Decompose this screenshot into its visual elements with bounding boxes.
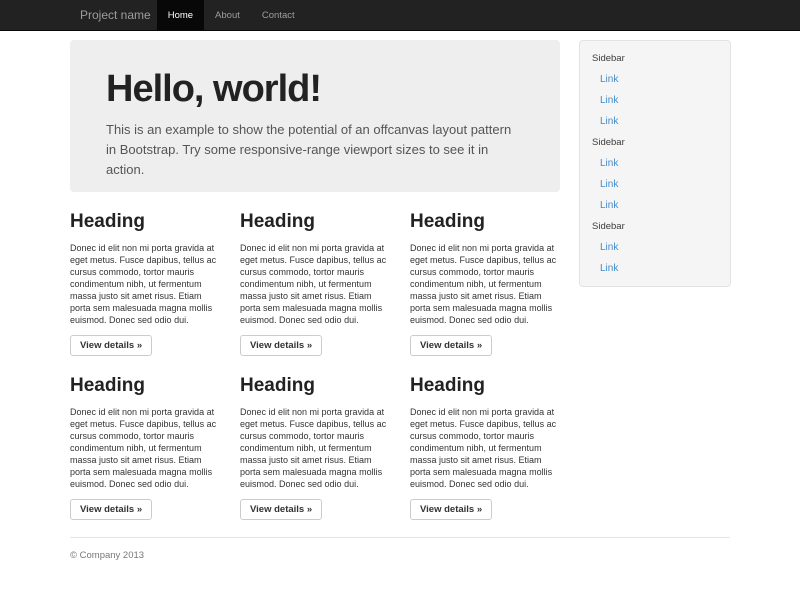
card-heading: Heading [240, 374, 390, 398]
view-details-button[interactable]: View details » [70, 499, 152, 520]
sidebar-group-header: Sidebar [580, 48, 730, 69]
nav-item-about[interactable]: About [204, 0, 251, 31]
card-body-text: Donec id elit non mi porta gravida at eg… [410, 242, 560, 326]
cards-row-2: Heading Donec id elit non mi porta gravi… [60, 356, 570, 520]
view-details-button[interactable]: View details » [70, 335, 152, 356]
card-body-text: Donec id elit non mi porta gravida at eg… [240, 406, 390, 490]
main-content: Hello, world! This is an example to show… [60, 31, 570, 520]
sidebar-link[interactable]: Link [580, 90, 730, 111]
page-title: Hello, world! [106, 68, 524, 110]
card-heading: Heading [70, 210, 220, 234]
card-body-text: Donec id elit non mi porta gravida at eg… [410, 406, 560, 490]
sidebar-link[interactable]: Link [580, 174, 730, 195]
card-body-text: Donec id elit non mi porta gravida at eg… [70, 406, 220, 490]
sidebar-link[interactable]: Link [580, 237, 730, 258]
card-heading: Heading [410, 210, 560, 234]
sidebar-link[interactable]: Link [580, 258, 730, 279]
page-footer: © Company 2013 [70, 537, 730, 561]
sidebar-group-header: Sidebar [580, 132, 730, 153]
sidebar-group-header: Sidebar [580, 216, 730, 237]
nav-item-home[interactable]: Home [157, 0, 204, 31]
sidebar-link[interactable]: Link [580, 69, 730, 90]
copyright-text: © Company 2013 [70, 550, 730, 561]
view-details-button[interactable]: View details » [240, 499, 322, 520]
card-body-text: Donec id elit non mi porta gravida at eg… [240, 242, 390, 326]
nav-item-contact[interactable]: Contact [251, 0, 306, 31]
card-body-text: Donec id elit non mi porta gravida at eg… [70, 242, 220, 326]
content-row: Hello, world! This is an example to show… [60, 31, 740, 520]
view-details-button[interactable]: View details » [240, 335, 322, 356]
jumbotron-description: This is an example to show the potential… [106, 120, 524, 180]
sidebar-column: Sidebar Link Link Link Sidebar Link Link… [570, 31, 740, 520]
card-heading: Heading [70, 374, 220, 398]
brand-link[interactable]: Project name [60, 0, 157, 30]
card-heading: Heading [410, 374, 560, 398]
sidebar-link[interactable]: Link [580, 111, 730, 132]
card: Heading Donec id elit non mi porta gravi… [60, 192, 230, 356]
cards-row-1: Heading Donec id elit non mi porta gravi… [60, 192, 570, 356]
navbar-menu: Home About Contact [157, 0, 306, 30]
page-container: Hello, world! This is an example to show… [60, 31, 740, 561]
top-navbar: Project name Home About Contact [0, 0, 800, 31]
sidebar-well: Sidebar Link Link Link Sidebar Link Link… [579, 40, 731, 287]
card: Heading Donec id elit non mi porta gravi… [60, 356, 230, 520]
card: Heading Donec id elit non mi porta gravi… [400, 356, 570, 520]
card: Heading Donec id elit non mi porta gravi… [230, 192, 400, 356]
card-heading: Heading [240, 210, 390, 234]
jumbotron: Hello, world! This is an example to show… [70, 40, 560, 192]
card: Heading Donec id elit non mi porta gravi… [230, 356, 400, 520]
view-details-button[interactable]: View details » [410, 335, 492, 356]
view-details-button[interactable]: View details » [410, 499, 492, 520]
sidebar-link[interactable]: Link [580, 195, 730, 216]
navbar-container: Project name Home About Contact [60, 0, 740, 30]
card: Heading Donec id elit non mi porta gravi… [400, 192, 570, 356]
sidebar-link[interactable]: Link [580, 153, 730, 174]
